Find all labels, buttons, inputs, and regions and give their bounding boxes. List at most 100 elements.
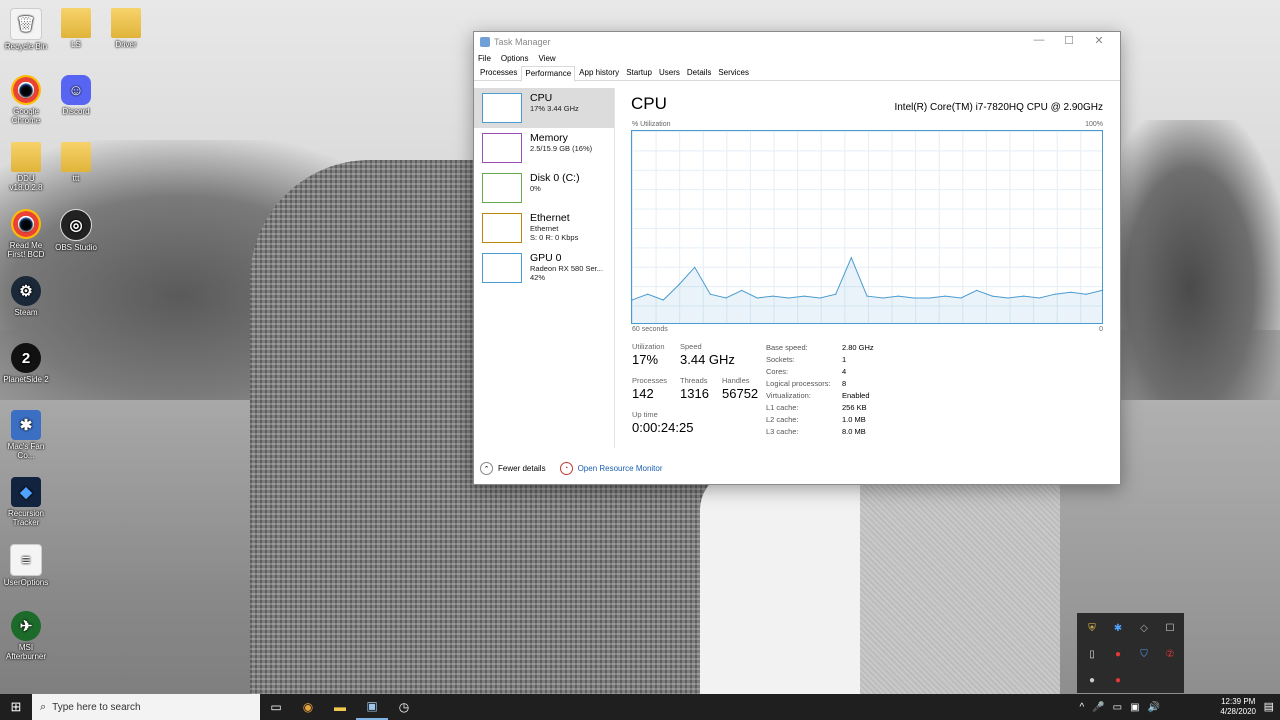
cpu-data-point (803, 295, 805, 297)
resource-gpu[interactable]: GPU 0 Radeon RX 580 Ser... 42% (474, 248, 614, 292)
network-icon[interactable]: ▣ (1130, 702, 1139, 713)
tab-performance[interactable]: Performance (521, 66, 576, 82)
resource-name: GPU 0 (530, 252, 562, 264)
desktop-icon[interactable]: Driver (100, 8, 152, 49)
tab-users[interactable]: Users (656, 66, 683, 80)
desktop-icon[interactable]: ◉ Google Chrome (0, 75, 52, 125)
start-button[interactable]: ⊞ (0, 694, 32, 720)
minimize-button[interactable]: — (1024, 34, 1054, 47)
desktop-icon[interactable]: 🗑 Recycle Bin (0, 8, 52, 51)
resource-cpu[interactable]: CPU 17% 3.44 GHz (474, 88, 614, 128)
desktop-icon[interactable]: LS (50, 8, 102, 49)
microphone-icon[interactable]: 🎤 (1092, 702, 1104, 713)
desktop-icon[interactable]: 2 PlanetSide 2 (0, 343, 52, 384)
cpu-graph-svg (631, 256, 1103, 323)
desktop-icon-label: ttt (72, 174, 80, 183)
desktop-icon[interactable]: ≡ UserOptions (0, 544, 52, 587)
desktop-icon[interactable]: ☺ Discord (50, 75, 102, 116)
clock-time: 12:39 PM (1221, 697, 1256, 706)
gpu-thumbnail (482, 253, 522, 283)
detail-key: Sockets: (766, 355, 795, 364)
fewer-details-link[interactable]: Fewer details (498, 464, 546, 473)
stat-value: 3.44 GHz (680, 352, 735, 367)
desktop-icon-label: Driver (115, 40, 137, 49)
maximize-button[interactable]: ☐ (1054, 34, 1084, 47)
desktop-icon[interactable]: ◎ OBS Studio (50, 209, 102, 252)
tab-app-history[interactable]: App history (576, 66, 622, 80)
desktop-icon-label: UserOptions (3, 578, 49, 587)
menu-options[interactable]: Options (501, 52, 529, 66)
stat-value: 17% (632, 352, 659, 367)
tray-overflow-popup: ⛨ ✱ ◇ ☐ ▯ ● ⛉ ② ● ● (1077, 613, 1184, 693)
stat-value: 142 (632, 386, 654, 401)
file-explorer-taskbar-icon[interactable]: ▬ (324, 694, 356, 720)
tab-services[interactable]: Services (715, 66, 752, 80)
cpu-data-point (1038, 297, 1040, 299)
tray-app-icon[interactable]: ● (1105, 641, 1131, 667)
open-resource-monitor-link[interactable]: Open Resource Monitor (578, 464, 663, 473)
resource-monitor-icon: ◔ (559, 462, 573, 475)
menu-file[interactable]: File (478, 52, 491, 66)
system-tray: ^ 🎤 ▭ ▣ 🔊 (1071, 694, 1160, 720)
cpu-data-point (882, 297, 884, 299)
tray-app-icon[interactable]: ● (1079, 667, 1105, 693)
ethernet-thumbnail (482, 213, 522, 243)
tray-app-icon[interactable]: ☐ (1157, 615, 1183, 641)
task-manager-taskbar-icon[interactable]: ▣ (356, 694, 388, 720)
search-box[interactable]: ⌕ Type here to search (32, 694, 260, 720)
chrome-taskbar-icon[interactable]: ◉ (292, 694, 324, 720)
tray-app-icon[interactable]: ⛨ (1079, 615, 1105, 641)
resource-detail-2: 42% (530, 273, 546, 282)
desktop-icon-label: Recursion Tracker (7, 509, 44, 527)
y-axis-max-label: 100% (1085, 121, 1103, 128)
tray-app-icon[interactable]: ▯ (1079, 641, 1105, 667)
cpu-data-point (694, 266, 696, 268)
desktop-icon-label: Discord (62, 107, 90, 116)
title-bar[interactable]: Task Manager — ☐ ✕ (474, 32, 1120, 52)
task-manager-window[interactable]: Task Manager — ☐ ✕ File Options View Pro… (473, 31, 1121, 485)
cpu-data-point (929, 297, 931, 299)
desktop-icon[interactable]: ⚙ Steam (0, 276, 52, 317)
cpu-data-point (897, 295, 899, 297)
volume-icon[interactable]: 🔊 (1148, 702, 1160, 713)
cpu-data-point (1023, 295, 1025, 297)
desktop-icon[interactable]: ◉ Read Me First! BCD (0, 209, 52, 259)
desktop-icon[interactable]: ttt (50, 142, 102, 183)
detail-value: Enabled (842, 391, 870, 400)
desktop-icon[interactable]: ✈ MSI Afterburner (0, 611, 52, 661)
desktop-icon[interactable]: ◆ Recursion Tracker (0, 477, 52, 527)
menu-view[interactable]: View (538, 52, 555, 66)
folder-icon (111, 8, 141, 38)
tray-app-icon[interactable]: ⛉ (1131, 641, 1157, 667)
clock[interactable]: 12:39 PM 4/28/2020 (1220, 697, 1256, 717)
resource-disk[interactable]: Disk 0 (C:) 0% (474, 168, 614, 208)
task-view-icon[interactable]: ▭ (260, 694, 292, 720)
wallpaper-trees-right (1100, 120, 1280, 400)
battery-icon[interactable]: ▭ (1113, 702, 1122, 713)
tray-app-icon[interactable]: ◇ (1131, 615, 1157, 641)
resource-memory[interactable]: Memory 2.5/15.9 GB (16%) (474, 128, 614, 168)
desktop-icon[interactable]: ✱ Mac's Fan Co... (0, 410, 52, 460)
tab-details[interactable]: Details (684, 66, 714, 80)
detail-key: Logical processors: (766, 379, 831, 388)
file-icon: 🗑 (10, 8, 42, 40)
chevron-up-icon[interactable]: ⌃ (480, 462, 493, 475)
detail-key: Virtualization: (766, 391, 811, 400)
notifications-icon[interactable]: ▤ (1264, 700, 1274, 713)
desktop-icon-label: Google Chrome (11, 107, 41, 125)
obs-taskbar-icon[interactable]: ◷ (388, 694, 420, 720)
detail-key: L2 cache: (766, 415, 799, 424)
resource-ethernet[interactable]: Ethernet Ethernet S: 0 R: 0 Kbps (474, 208, 614, 248)
close-button[interactable]: ✕ (1084, 34, 1114, 47)
tray-app-icon[interactable]: ● (1105, 667, 1131, 693)
stat-label: Processes (632, 376, 668, 385)
tab-processes[interactable]: Processes (477, 66, 520, 80)
tray-app-icon[interactable]: ✱ (1105, 615, 1131, 641)
show-hidden-icons-icon[interactable]: ^ (1079, 702, 1084, 713)
desktop-icon[interactable]: DDU v18.0.2.8 (0, 142, 52, 192)
detail-key: Cores: (766, 367, 789, 376)
cpu-data-point (866, 295, 868, 297)
tab-startup[interactable]: Startup (623, 66, 655, 80)
cpu-data-point (756, 297, 758, 299)
tray-app-icon[interactable]: ② (1157, 641, 1183, 667)
